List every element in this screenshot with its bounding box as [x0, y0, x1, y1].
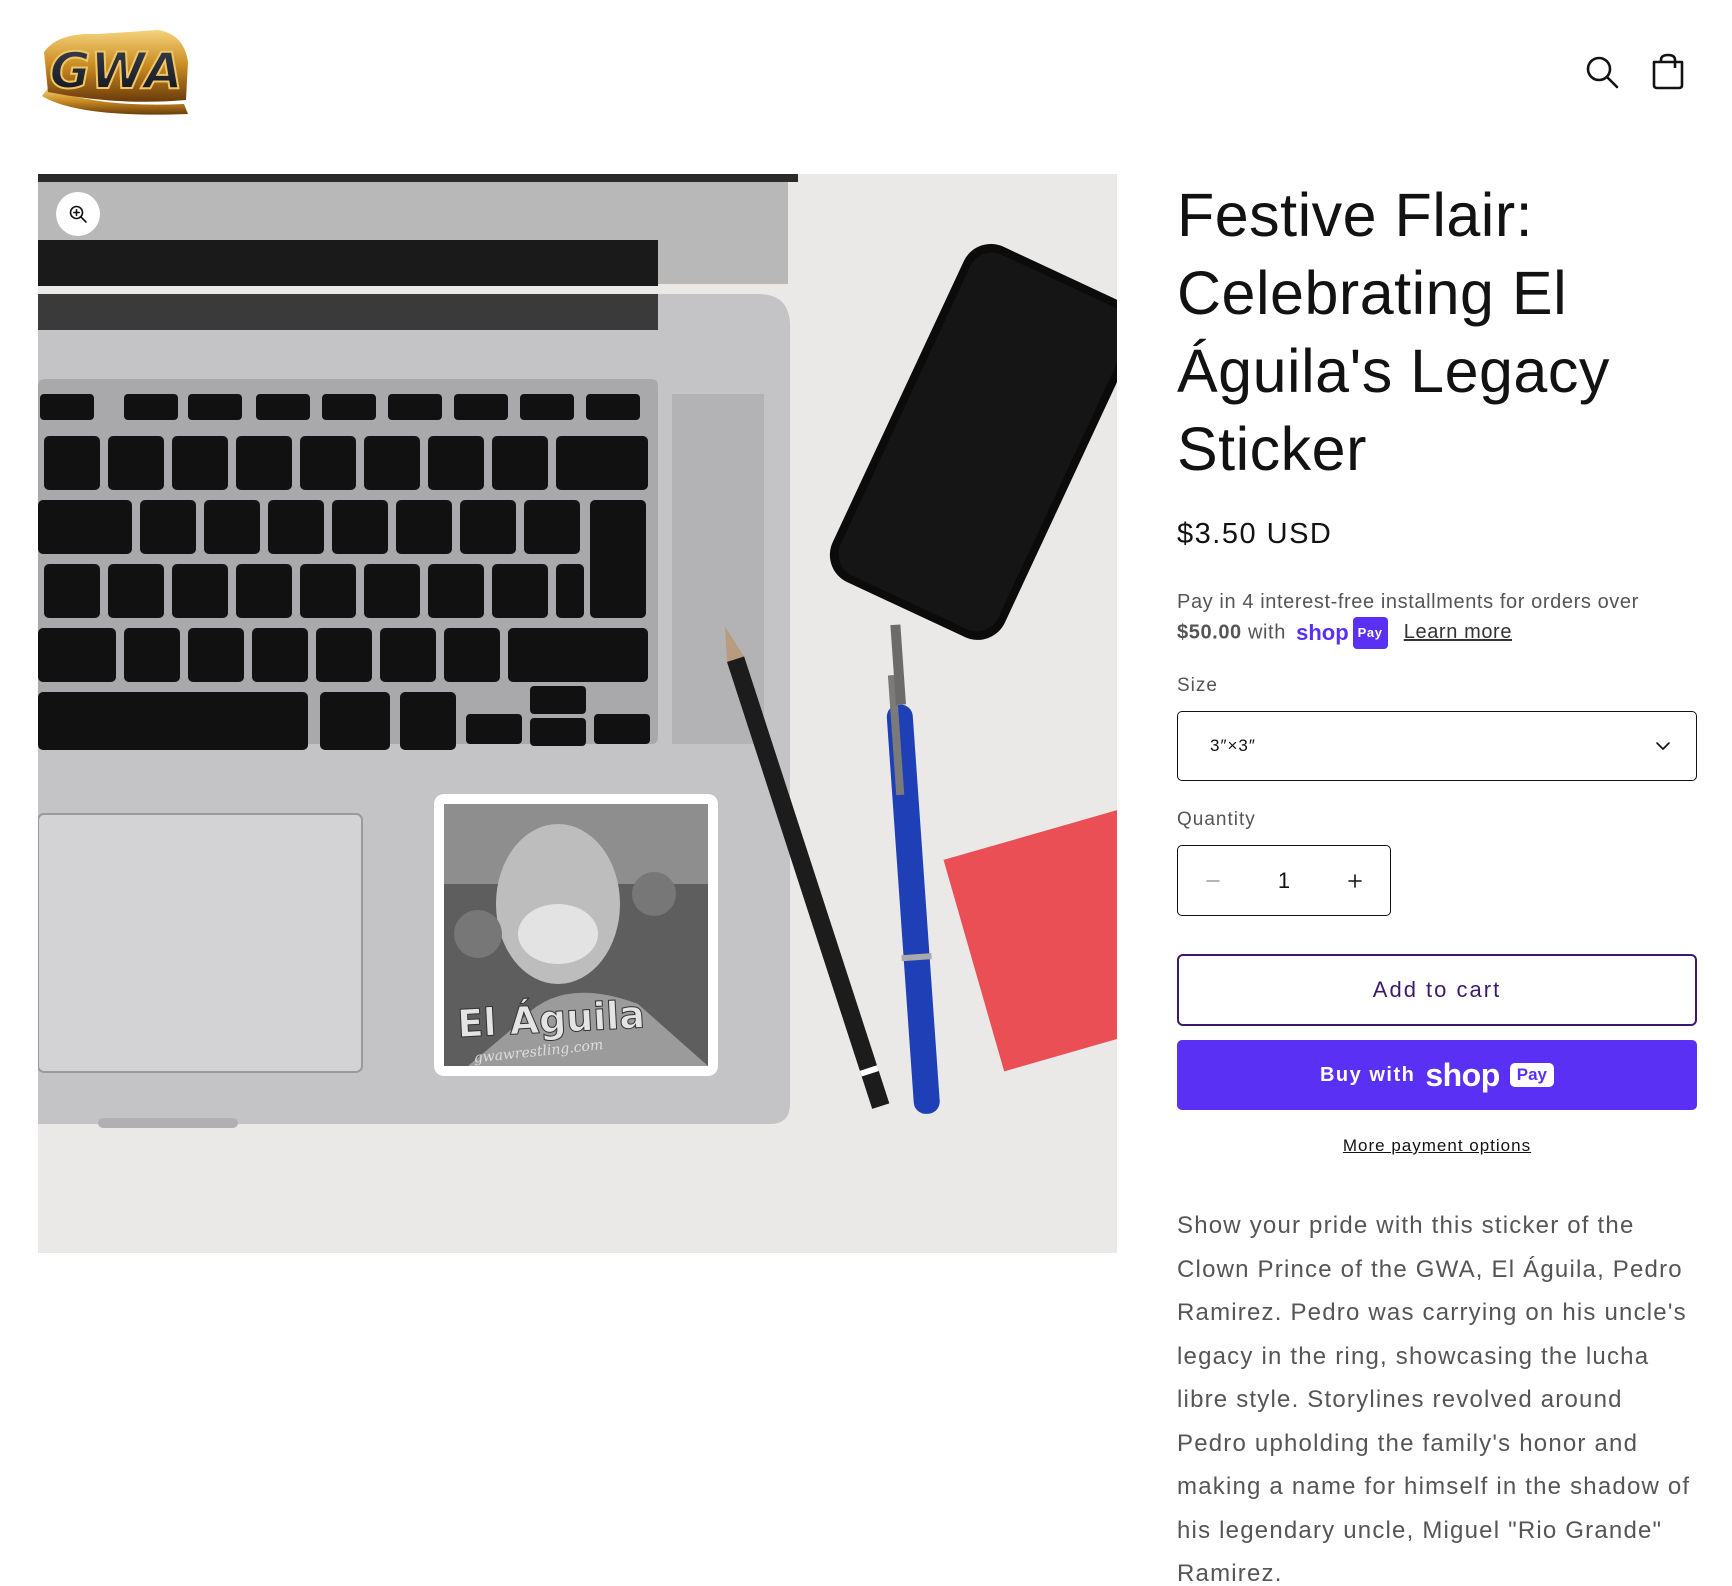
product-description: Show your pride with this sticker of the…: [1177, 1212, 1691, 1586]
installments-amount: $50.00: [1177, 621, 1242, 644]
product-title: Festive Flair: Celebrating El Águila's L…: [1177, 181, 1610, 483]
quantity-stepper: 1: [1177, 845, 1391, 916]
quantity-decrease-button[interactable]: [1178, 846, 1248, 915]
product-photo: El Águila gwawrestling.com: [38, 174, 1117, 1253]
installments-with: with: [1247, 621, 1286, 644]
logo-text: GWA: [49, 42, 182, 100]
search-button[interactable]: [1582, 52, 1622, 92]
chevron-down-icon: [1656, 742, 1670, 750]
product-info: Festive Flair: Celebrating El Águila's L…: [1177, 174, 1697, 1586]
plus-icon: [1348, 873, 1362, 888]
shop-pay-logo: shop Pay: [1296, 617, 1388, 649]
buy-shop-word: shop: [1425, 1056, 1500, 1093]
zoom-in-icon: [69, 205, 87, 223]
minus-icon: [1206, 879, 1220, 882]
gwa-logo[interactable]: GWA: [38, 22, 192, 122]
quantity-input[interactable]: 1: [1254, 868, 1314, 894]
more-payment-options: More payment options: [1177, 1136, 1697, 1156]
cart-button[interactable]: [1648, 52, 1688, 92]
more-payment-options-link[interactable]: More payment options: [1343, 1136, 1531, 1155]
quantity-increase-button[interactable]: [1320, 846, 1390, 915]
installments-banner: Pay in 4 interest-free installments for …: [1177, 587, 1697, 649]
product-image[interactable]: El Águila gwawrestling.com: [38, 174, 1117, 1253]
zoom-button[interactable]: [56, 192, 100, 236]
size-select[interactable]: 3″×3″: [1177, 711, 1697, 781]
quantity-label: Quantity: [1177, 809, 1256, 830]
buy-with-label: Buy with: [1319, 1063, 1416, 1086]
site-header: GWA: [0, 0, 1732, 140]
installments-text: Pay in 4 interest-free installments for …: [1177, 591, 1639, 613]
cart-icon: [1652, 53, 1684, 90]
product-price: $3.50 USD: [1177, 518, 1333, 550]
buy-pay-pill: Pay: [1509, 1063, 1555, 1087]
size-label: Size: [1177, 675, 1218, 696]
search-icon: [1586, 56, 1619, 89]
size-selected-value: 3″×3″: [1210, 736, 1256, 755]
buy-with-shop-pay-button[interactable]: Buy with shop Pay: [1177, 1040, 1697, 1110]
add-to-cart-button[interactable]: Add to cart: [1177, 954, 1697, 1026]
pay-pill: Pay: [1352, 617, 1388, 649]
shop-word: shop: [1296, 620, 1349, 645]
learn-more-link[interactable]: Learn more: [1404, 621, 1512, 643]
